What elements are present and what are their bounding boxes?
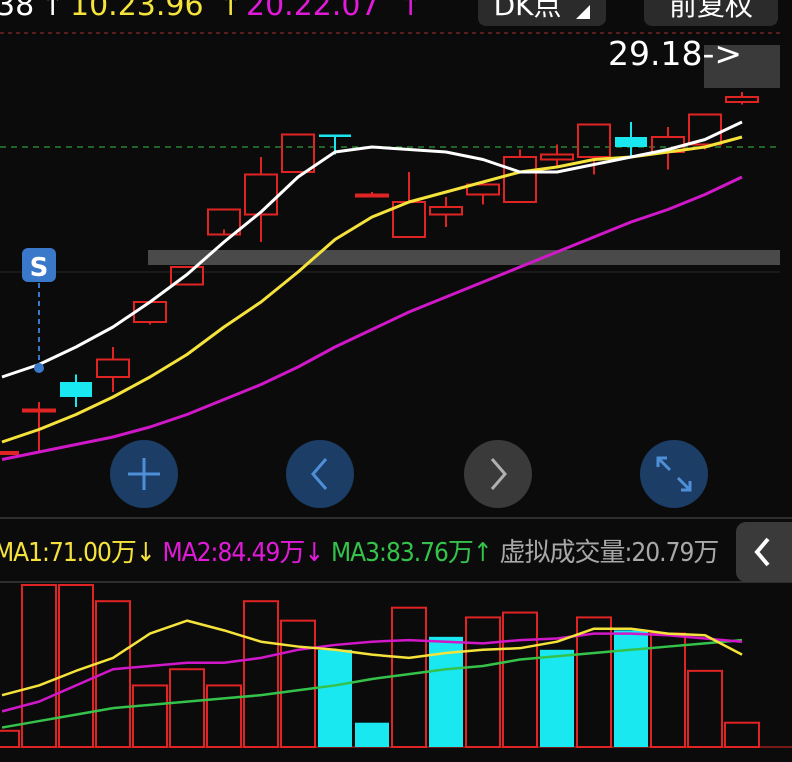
candle-body: [540, 153, 574, 161]
candle-body: [615, 137, 647, 147]
candle-body: [355, 193, 389, 198]
legend-ma2: MA2:84.49万↓: [162, 538, 324, 568]
volume-bar: [650, 632, 686, 748]
volume-bar: [502, 611, 538, 748]
candle-body: [725, 96, 759, 103]
kline-chart[interactable]: S: [0, 0, 792, 762]
volume-bar: [280, 619, 316, 749]
volume-bar: [0, 729, 20, 748]
volume-bar: [391, 606, 427, 748]
volume-bar: [206, 684, 242, 749]
collapse-panel-button[interactable]: [736, 522, 792, 582]
legend-ma3: MA3:83.76万↑: [331, 538, 492, 568]
chevron-left-icon: [311, 458, 328, 490]
chevron-left-icon: [754, 537, 770, 567]
candle-body: [503, 156, 537, 203]
scroll-right-button[interactable]: [464, 440, 532, 508]
ma-line-yellow: [1, 135, 743, 444]
fullscreen-button[interactable]: [640, 440, 708, 508]
legend-ma1: MA1:71.00万↓: [0, 538, 155, 568]
signal-badge-label: S: [30, 253, 49, 283]
legend-virtual-volume: 虚拟成交量:20.79万: [499, 538, 720, 568]
candle-body: [319, 134, 351, 137]
chevron-right-icon: [490, 458, 507, 490]
candle-body: [60, 382, 92, 397]
volume-bar: [243, 600, 279, 749]
candle-body: [429, 206, 463, 216]
candle-body: [281, 133, 315, 173]
volume-bar: [132, 684, 168, 749]
ma-line-white: [1, 120, 743, 379]
price-band: [148, 250, 780, 265]
current-price-label: 29.18->: [608, 34, 743, 73]
volume-bar: [318, 649, 352, 747]
volume-bar: [355, 722, 389, 747]
volume-bar: [540, 649, 574, 747]
volume-bar: [465, 616, 501, 749]
ma-lines-group: [1, 120, 743, 461]
candle-body: [577, 123, 611, 158]
zoom-in-button[interactable]: [110, 440, 178, 508]
plus-icon: [128, 458, 160, 490]
ma-line-magenta: [1, 175, 743, 461]
expand-icon: [656, 456, 692, 492]
signal-group: S: [22, 248, 56, 373]
candle-body: [0, 451, 19, 455]
candle-body: [96, 358, 130, 378]
scroll-left-button[interactable]: [286, 440, 354, 508]
candle-body: [133, 301, 167, 323]
volume-bar: [169, 668, 205, 748]
volume-group: [0, 584, 760, 749]
volume-bar: [687, 669, 723, 748]
signal-dot: [34, 363, 44, 373]
volume-bar: [576, 616, 612, 749]
volume-bar: [724, 721, 760, 749]
candle-body: [244, 173, 278, 216]
volume-indicator-legend: MA1:71.00万↓ MA2:84.49万↓ MA3:83.76万↑ 虚拟成交量:2…: [0, 532, 726, 574]
candle-body: [22, 408, 56, 413]
